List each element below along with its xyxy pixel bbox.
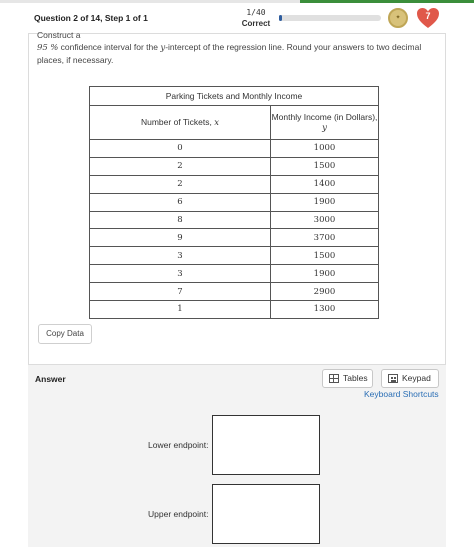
table-cell-y: 1000: [270, 139, 379, 158]
table-cell-y: 1500: [270, 156, 379, 176]
table-cell-y: 1500: [270, 246, 379, 266]
copy-data-button[interactable]: Copy Data: [38, 324, 92, 344]
score-status: Correct: [241, 19, 271, 28]
upper-endpoint-label: Upper endpoint:: [148, 509, 209, 519]
upper-endpoint-input[interactable]: [212, 484, 320, 544]
percent-sign: %: [50, 43, 59, 53]
column-header-y: Monthly Income (in Dollars), y: [270, 105, 379, 140]
table-cell-x: 1: [89, 300, 271, 319]
table-row: 2 1500: [89, 156, 379, 176]
prompt-line2: 95 % confidence interval for the y-inter…: [37, 41, 437, 66]
tables-button[interactable]: Tables: [322, 369, 373, 388]
heart-icon[interactable]: 7: [416, 7, 440, 29]
calculator-icon: [388, 374, 398, 383]
keyboard-shortcuts-link[interactable]: Keyboard Shortcuts: [364, 389, 439, 399]
confidence-level: 95: [37, 43, 48, 53]
prompt-text-a: confidence interval for the: [60, 42, 158, 52]
table-row: 7 2900: [89, 282, 379, 302]
column-y-var: y: [322, 123, 327, 133]
table-cell-y: 2900: [270, 282, 379, 302]
score-display: 1/40 Correct: [233, 7, 279, 29]
prompt-line1: Construct a: [37, 30, 81, 40]
table-row: 8 3000: [89, 210, 379, 230]
table-cell-x: 6: [89, 192, 271, 212]
tables-label: Tables: [343, 373, 368, 383]
column-header-x: Number of Tickets, x: [89, 105, 271, 140]
progress-fill: [279, 15, 282, 21]
table-icon: [329, 374, 339, 383]
table-row: 3 1900: [89, 264, 379, 284]
table-cell-x: 7: [89, 282, 271, 302]
table-cell-x: 3: [89, 264, 271, 284]
answer-label: Answer: [35, 374, 66, 384]
table-row: 9 3700: [89, 228, 379, 248]
table-cell-x: 0: [89, 139, 271, 158]
hearts-count: 7: [425, 11, 431, 21]
question-prompt: Construct a 95 % confidence interval for…: [37, 29, 437, 66]
table-row: 1 1300: [89, 300, 379, 319]
column-x-var: x: [214, 118, 220, 128]
table-caption: Parking Tickets and Monthly Income: [89, 86, 379, 106]
table-body: 0 1000 2 1500 2 1400 6 1900 8 3000 9 3700 3 1500 3 1900…: [89, 139, 379, 319]
table-cell-y: 3000: [270, 210, 379, 230]
table-row: 6 1900: [89, 192, 379, 212]
column-x-label: Number of Tickets,: [140, 117, 212, 127]
table-cell-y: 1900: [270, 264, 379, 284]
column-y-label: Monthly Income (in Dollars),: [271, 112, 378, 122]
lower-endpoint-input[interactable]: [212, 415, 320, 475]
lower-endpoint-label: Lower endpoint:: [148, 440, 209, 450]
table-row: 3 1500: [89, 246, 379, 266]
keypad-button[interactable]: Keypad: [381, 369, 439, 388]
table-cell-x: 2: [89, 174, 271, 194]
table-cell-y: 1400: [270, 174, 379, 194]
table-cell-x: 3: [89, 246, 271, 266]
table-cell-x: 2: [89, 156, 271, 176]
score-fraction: 1/40: [246, 8, 266, 17]
table-row: 2 1400: [89, 174, 379, 194]
progress-bar: [279, 15, 381, 21]
question-label: Question 2 of 14, Step 1 of 1: [34, 13, 148, 23]
coin-icon[interactable]: ✦: [388, 8, 408, 28]
table-cell-y: 3700: [270, 228, 379, 248]
table-cell-y: 1900: [270, 192, 379, 212]
table-cell-x: 9: [89, 228, 271, 248]
table-cell-y: 1300: [270, 300, 379, 319]
table-cell-x: 8: [89, 210, 271, 230]
data-table: Parking Tickets and Monthly Income Numbe…: [89, 86, 379, 319]
keypad-label: Keypad: [402, 373, 431, 383]
table-row: 0 1000: [89, 139, 379, 158]
